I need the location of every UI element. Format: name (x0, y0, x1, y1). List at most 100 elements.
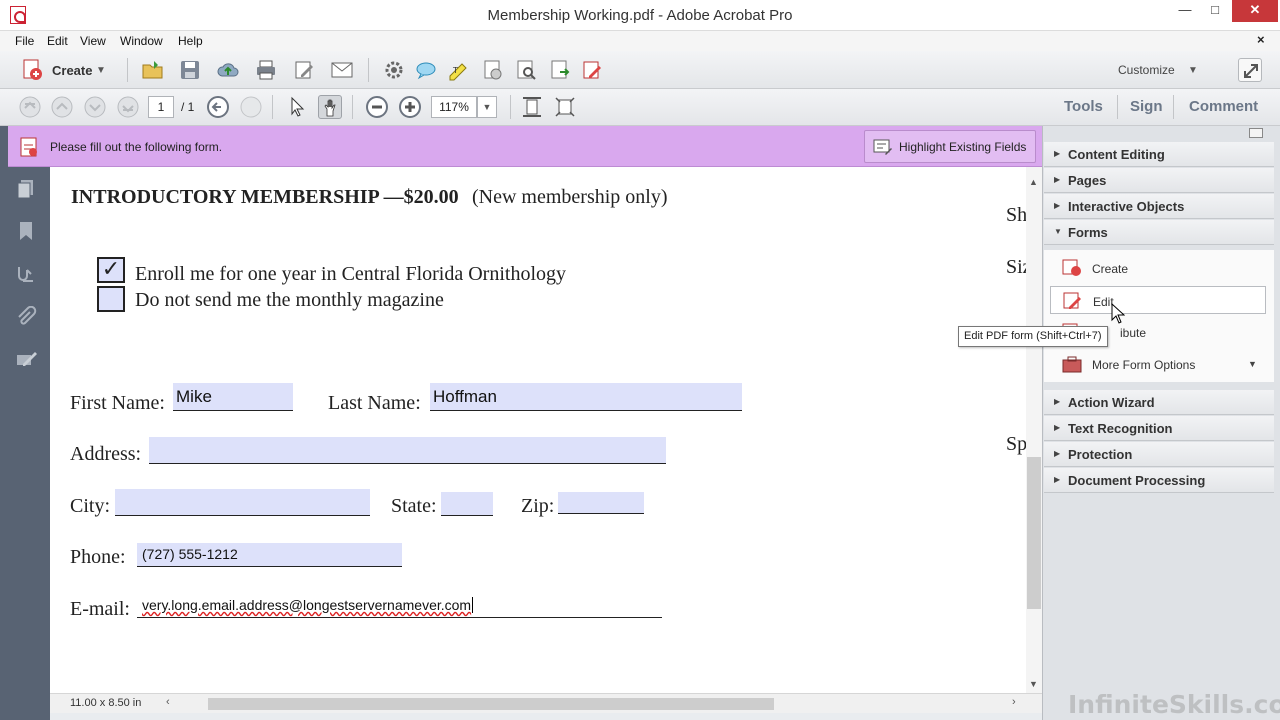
zoom-in-icon[interactable] (398, 95, 422, 119)
customize-button[interactable]: Customize (1118, 63, 1175, 77)
scroll-left-icon[interactable]: ‹ (166, 696, 170, 708)
menu-file[interactable]: File (15, 34, 34, 48)
email-icon[interactable] (330, 58, 354, 82)
no-magazine-checkbox[interactable] (97, 286, 125, 312)
bookmarks-icon[interactable] (15, 220, 37, 242)
print-icon[interactable] (254, 58, 278, 82)
panel-protection[interactable]: ▶ Protection (1044, 442, 1274, 467)
panel-content-editing[interactable]: ▶ Content Editing (1044, 142, 1274, 167)
tab-comment[interactable]: Comment (1189, 98, 1258, 115)
settings-gear-icon[interactable] (382, 58, 406, 82)
menu-window[interactable]: Window (120, 34, 163, 48)
export-icon[interactable] (548, 58, 572, 82)
forms-edit-item[interactable]: Edit (1050, 286, 1266, 314)
highlight-text-icon[interactable]: T (446, 58, 470, 82)
maximize-button[interactable]: □ (1200, 0, 1230, 22)
email-field[interactable]: very.long.email.address@longestservernam… (137, 595, 662, 618)
chevron-down-icon[interactable]: ▼ (1188, 65, 1198, 76)
panel-document-processing[interactable]: ▶ Document Processing (1044, 468, 1274, 493)
first-page-icon[interactable] (18, 95, 42, 119)
save-icon[interactable] (178, 58, 202, 82)
edit-form-tooltip: Edit PDF form (Shift+Ctrl+7) (958, 326, 1108, 347)
search-document-icon[interactable] (514, 58, 538, 82)
pane-options-icon[interactable] (1249, 128, 1263, 138)
signatures-icon[interactable] (15, 263, 37, 285)
menu-edit[interactable]: Edit (47, 34, 68, 48)
close-document-button[interactable]: × (1257, 32, 1265, 47)
panel-pages[interactable]: ▶ Pages (1044, 168, 1274, 193)
zip-field[interactable] (558, 492, 644, 514)
vertical-scrollbar[interactable]: ▲ ▼ (1026, 167, 1042, 693)
toolbar-divider (1117, 95, 1118, 119)
create-button[interactable]: Create (52, 63, 92, 78)
address-field[interactable] (149, 437, 666, 464)
scroll-up-icon[interactable]: ▲ (1029, 177, 1038, 187)
state-label: State: (391, 495, 437, 517)
city-field[interactable] (115, 489, 370, 516)
horizontal-scrollbar-thumb[interactable] (208, 698, 774, 710)
open-folder-icon[interactable] (141, 58, 165, 82)
page-thumbnails-icon[interactable] (15, 178, 37, 200)
toolbox-icon (1062, 355, 1082, 373)
redact-icon[interactable] (481, 58, 505, 82)
zoom-out-icon[interactable] (365, 95, 389, 119)
last-name-field[interactable]: Hoffman (430, 383, 742, 411)
highlight-existing-fields-button[interactable]: Highlight Existing Fields (864, 130, 1036, 163)
scrollbar-thumb[interactable] (1027, 457, 1041, 609)
fit-page-icon[interactable] (520, 95, 544, 119)
attachments-paperclip-icon[interactable] (15, 305, 37, 328)
expand-triangle-icon: ▶ (1054, 175, 1061, 184)
more-form-options-item[interactable]: More Form Options ▼ (1050, 350, 1266, 378)
watermark: InfiniteSkills.com (1068, 690, 1280, 719)
zoom-dropdown-chevron-icon[interactable]: ▼ (477, 96, 497, 118)
page-size-indicator: 11.00 x 8.50 in (70, 697, 142, 709)
chevron-down-icon[interactable]: ▼ (1248, 359, 1257, 369)
hand-tool-icon[interactable] (318, 95, 342, 119)
email-field-value: very.long.email.address@longestservernam… (142, 597, 472, 613)
previous-page-icon[interactable] (50, 95, 74, 119)
state-field[interactable] (441, 492, 493, 516)
form-tool-icon[interactable] (580, 58, 604, 82)
tab-sign[interactable]: Sign (1130, 98, 1163, 115)
toolbar-divider (510, 95, 511, 119)
select-arrow-icon[interactable] (285, 95, 309, 119)
back-arrow-icon[interactable] (206, 95, 230, 119)
form-fields-icon[interactable] (15, 348, 37, 370)
zoom-level-input[interactable]: 117% (431, 96, 477, 118)
close-window-button[interactable]: ✕ (1232, 0, 1278, 22)
toolbar-divider (368, 58, 369, 82)
panel-label: Document Processing (1068, 473, 1206, 488)
phone-field[interactable]: (727) 555-1212 (137, 543, 402, 567)
forward-arrow-icon[interactable] (239, 95, 263, 119)
first-name-field[interactable]: Mike (173, 383, 293, 411)
expand-view-icon[interactable] (1238, 58, 1262, 82)
tab-tools[interactable]: Tools (1064, 98, 1103, 115)
create-pdf-icon[interactable] (20, 58, 44, 82)
chevron-down-icon[interactable]: ▼ (96, 65, 106, 76)
phone-label: Phone: (70, 546, 126, 568)
last-page-icon[interactable] (116, 95, 140, 119)
first-name-label: First Name: (70, 392, 165, 414)
comment-bubble-icon[interactable] (414, 58, 438, 82)
edit-document-icon[interactable] (292, 58, 316, 82)
enroll-checkbox[interactable]: ✓ (97, 257, 125, 283)
enroll-checkbox-label: Enroll me for one year in Central Florid… (135, 263, 567, 285)
panel-forms[interactable]: ▼ Forms (1044, 220, 1274, 245)
page-number-input[interactable]: 1 (148, 96, 174, 118)
expand-triangle-icon: ▶ (1054, 449, 1061, 458)
scroll-right-icon[interactable]: › (1012, 696, 1016, 708)
cloud-upload-icon[interactable] (216, 58, 240, 82)
scroll-down-icon[interactable]: ▼ (1029, 679, 1038, 689)
highlight-fields-icon (873, 138, 893, 156)
panel-action-wizard[interactable]: ▶ Action Wizard (1044, 390, 1274, 415)
menu-view[interactable]: View (80, 34, 106, 48)
panel-label: Text Recognition (1068, 421, 1173, 436)
next-page-icon[interactable] (83, 95, 107, 119)
menu-help[interactable]: Help (178, 34, 203, 48)
full-screen-icon[interactable] (553, 95, 577, 119)
expand-triangle-icon: ▶ (1054, 475, 1061, 484)
minimize-button[interactable]: — (1170, 0, 1200, 22)
forms-create-item[interactable]: Create (1050, 254, 1266, 282)
panel-text-recognition[interactable]: ▶ Text Recognition (1044, 416, 1274, 441)
panel-interactive-objects[interactable]: ▶ Interactive Objects (1044, 194, 1274, 219)
